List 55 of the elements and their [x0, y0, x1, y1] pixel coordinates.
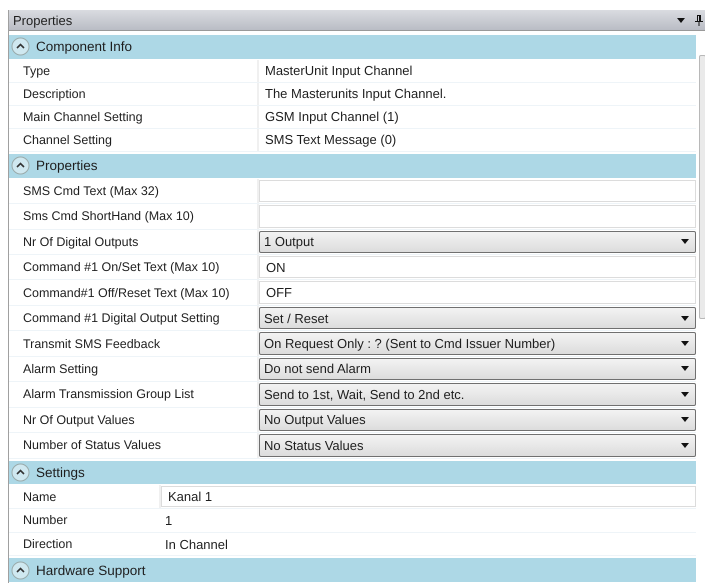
property-label: Number — [22, 512, 68, 530]
dropdown[interactable]: 1 Output — [259, 230, 696, 253]
caret-icon — [681, 392, 689, 397]
caret-icon — [681, 341, 689, 346]
dropdown[interactable]: Send to 1st, Wait, Send to 2nd etc. — [259, 383, 696, 406]
property-label: Alarm Transmission Group List — [22, 386, 195, 404]
section-header[interactable]: Settings — [9, 460, 696, 484]
caret-icon — [681, 316, 689, 321]
text-field[interactable]: OFF — [259, 281, 696, 304]
text-field[interactable]: Kanal 1 — [161, 486, 696, 508]
pin-icon[interactable] — [695, 14, 703, 26]
property-label: Type — [22, 62, 52, 80]
collapse-icon[interactable] — [11, 560, 30, 580]
dropdown[interactable]: Do not send Alarm — [259, 358, 696, 380]
caret-icon — [681, 239, 689, 244]
dropdown[interactable]: No Status Values — [259, 434, 696, 457]
property-label: Alarm Setting — [22, 360, 100, 378]
property-value: 1 — [164, 512, 172, 528]
property-label: Description — [22, 86, 87, 103]
property-label: SMS Cmd Text (Max 32) — [22, 182, 160, 200]
property-label: Main Channel Setting — [22, 108, 144, 126]
property-value: The Masterunits Input Channel. — [264, 86, 446, 102]
text-field[interactable] — [259, 180, 696, 202]
property-label: Sms Cmd ShortHand (Max 10) — [22, 208, 195, 226]
property-value: In Channel — [164, 536, 228, 552]
property-label: Command#1 Off/Reset Text (Max 10) — [22, 284, 231, 302]
dropdown[interactable]: Set / Reset — [259, 306, 696, 330]
collapse-icon[interactable] — [11, 37, 30, 56]
property-label: Channel Setting — [22, 132, 113, 149]
property-label: Nr Of Digital Outputs — [22, 234, 140, 251]
property-label: Transmit SMS Feedback — [22, 336, 162, 353]
text-field[interactable] — [259, 205, 696, 228]
collapse-icon[interactable] — [11, 462, 30, 482]
scrollbar-thumb[interactable] — [698, 55, 705, 319]
property-label: Name — [22, 488, 58, 506]
property-label: Command #1 On/Set Text (Max 10) — [22, 259, 220, 276]
dropdown-icon[interactable] — [677, 18, 685, 22]
section-header[interactable]: Properties — [9, 154, 696, 178]
property-label: Nr Of Output Values — [22, 412, 136, 429]
dropdown[interactable]: On Request Only : ? (Sent to Cmd Issuer Number) — [259, 332, 696, 355]
collapse-icon[interactable] — [11, 156, 30, 176]
caret-icon — [681, 442, 689, 448]
text-field[interactable]: ON — [259, 256, 696, 278]
property-value: GSM Input Channel (1) — [264, 109, 399, 124]
caret-icon — [681, 366, 689, 372]
property-label: Number of Status Values — [22, 437, 162, 454]
property-label: Direction — [22, 536, 74, 554]
section-header[interactable]: Hardware Support — [9, 558, 696, 582]
panel-title: Properties — [13, 12, 72, 28]
section-header[interactable]: Component Info — [9, 35, 696, 59]
dropdown[interactable]: No Output Values — [259, 408, 696, 432]
property-value: MasterUnit Input Channel — [264, 63, 412, 78]
property-value: SMS Text Message (0) — [264, 132, 396, 148]
caret-icon — [681, 417, 689, 422]
property-label: Command #1 Digital Output Setting — [22, 310, 221, 328]
